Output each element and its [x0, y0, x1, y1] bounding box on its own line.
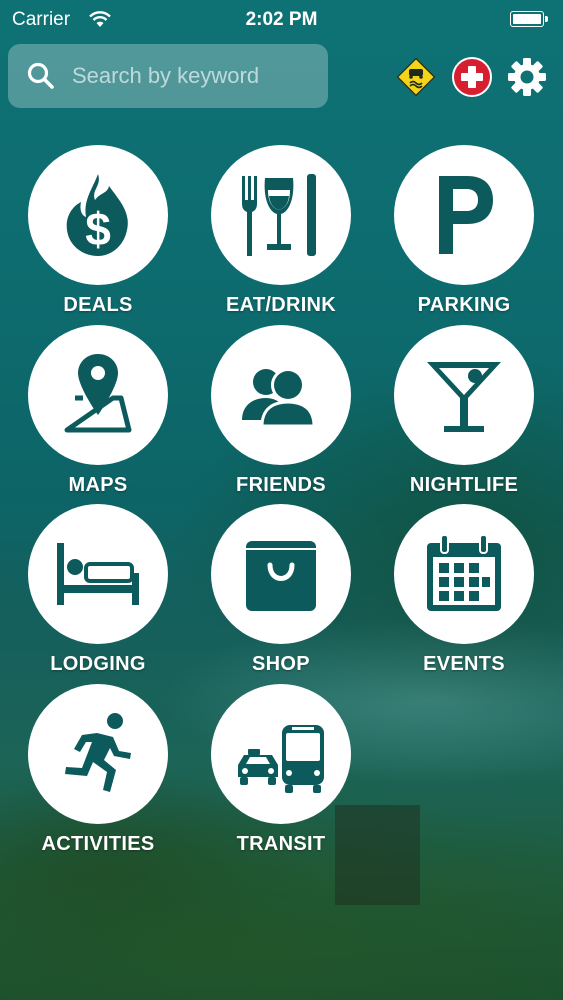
emergency-icon[interactable]	[451, 56, 493, 98]
search-icon	[27, 62, 54, 89]
category-label: ACTIVITIES	[41, 833, 155, 855]
category-label: DEALS	[63, 294, 133, 316]
category-label: PARKING	[417, 294, 511, 316]
martini-glass-icon	[427, 362, 501, 432]
running-person-icon	[65, 713, 131, 792]
friends-people-icon	[242, 368, 316, 428]
category-tile-events[interactable]: EVENTS	[373, 504, 555, 684]
status-bar: Carrier 2:02 PM	[0, 0, 563, 40]
deals-fire-dollar-icon: $	[66, 174, 128, 256]
category-tile-maps[interactable]: MAPS	[7, 325, 189, 505]
bed-icon	[57, 543, 139, 605]
category-tile-activities[interactable]: ACTIVITIES	[7, 684, 189, 864]
svg-text:$: $	[85, 203, 111, 255]
category-label: FRIENDS	[236, 474, 326, 496]
category-tile-transit[interactable]: TRANSIT	[190, 684, 372, 864]
shopping-bag-icon	[246, 541, 316, 611]
clock: 2:02 PM	[245, 9, 318, 30]
road-conditions-icon[interactable]	[395, 56, 437, 98]
category-tile-shop[interactable]: SHOP	[190, 504, 372, 684]
gear-icon[interactable]	[506, 56, 548, 98]
map-pin-icon	[64, 354, 132, 433]
category-tile-eat-drink[interactable]: EAT/DRINK	[190, 145, 372, 325]
category-tile-parking[interactable]: PARKING	[373, 145, 555, 325]
category-tile-friends[interactable]: FRIENDS	[190, 325, 372, 505]
category-label: LODGING	[50, 653, 146, 675]
category-tile-deals[interactable]: $ DEALS	[7, 145, 189, 325]
calendar-icon	[427, 534, 501, 611]
search-input[interactable]	[72, 63, 312, 89]
category-label: MAPS	[68, 474, 128, 496]
search-bar[interactable]	[8, 44, 328, 108]
category-tile-lodging[interactable]: LODGING	[7, 504, 189, 684]
battery-icon	[510, 11, 548, 27]
fork-wine-knife-icon	[242, 174, 316, 256]
category-label: EAT/DRINK	[225, 294, 337, 316]
category-label: TRANSIT	[236, 833, 326, 855]
category-label: EVENTS	[423, 653, 505, 675]
category-label: SHOP	[252, 653, 310, 675]
category-label: NIGHTLIFE	[409, 474, 519, 496]
parking-p-icon	[439, 176, 493, 254]
taxi-bus-icon	[238, 725, 324, 793]
category-tile-nightlife[interactable]: NIGHTLIFE	[373, 325, 555, 505]
